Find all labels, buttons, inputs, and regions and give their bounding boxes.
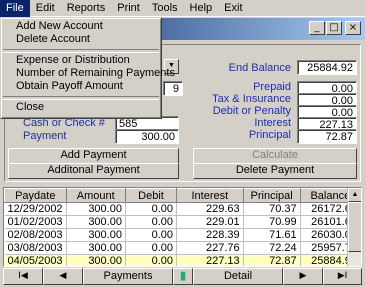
table-row[interactable]: 01/02/2003 300.00 0.00 229.01 70.99 2610… — [4, 215, 361, 229]
cell-paydate[interactable]: 01/02/2003 — [4, 215, 67, 229]
prev-record-icon[interactable]: ◀ — [43, 268, 83, 285]
column-header-paydate[interactable]: Paydate — [4, 188, 67, 203]
column-header-debit[interactable]: Debit — [124, 188, 178, 203]
delete-payment-button[interactable]: Delete Payment — [193, 163, 357, 179]
cell-principal[interactable]: 72.87 — [243, 254, 301, 266]
cell-amount[interactable]: 300.00 — [66, 215, 126, 229]
close-button[interactable]: × — [345, 21, 361, 35]
scroll-thumb[interactable] — [348, 202, 361, 252]
cell-amount[interactable]: 300.00 — [66, 241, 126, 255]
cell-paydate[interactable]: 04/05/2003 — [4, 254, 67, 266]
record-navigator: I◀ ◀ Payments ▮ Detail ▶ ▶I — [3, 268, 362, 285]
principal-field[interactable]: 72.87 — [297, 129, 357, 144]
cell-interest[interactable]: 229.01 — [176, 215, 244, 229]
column-header-amount[interactable]: Amount — [65, 188, 126, 203]
menu-item-obtain-payoff[interactable]: Obtain Payoff Amount — [1, 80, 161, 93]
table-row[interactable]: 02/08/2003 300.00 0.00 228.39 71.61 2603… — [4, 228, 361, 242]
cell-principal[interactable]: 72.24 — [243, 241, 301, 255]
menu-item-delete-account[interactable]: Delete Account — [1, 33, 161, 46]
table-row[interactable]: 03/08/2003 300.00 0.00 227.76 72.24 2595… — [4, 241, 361, 255]
last-record-icon[interactable]: ▶I — [323, 268, 362, 285]
payments-grid[interactable]: Paydate Amount Debit Interest Principal … — [3, 187, 362, 267]
cell-principal[interactable]: 70.37 — [243, 202, 301, 216]
menu-tools[interactable]: Tools — [146, 0, 184, 17]
cell-paydate[interactable]: 12/29/2002 — [4, 202, 67, 216]
cell-paydate[interactable]: 03/08/2003 — [4, 241, 67, 255]
additional-payment-button[interactable]: Additonal Payment — [8, 163, 179, 179]
maximize-button[interactable]: □ — [326, 21, 342, 35]
column-header-principal[interactable]: Principal — [242, 188, 301, 203]
menu-print[interactable]: Print — [111, 0, 146, 17]
principal-label: Principal — [248, 129, 291, 141]
cell-debit[interactable]: 0.00 — [125, 202, 178, 216]
menu-item-close[interactable]: Close — [1, 101, 161, 114]
menu-item-expense-or-distribution[interactable]: Expense or Distribution — [1, 54, 161, 67]
menu-reports[interactable]: Reports — [61, 0, 112, 17]
minimize-button[interactable]: _ — [309, 21, 325, 35]
menu-edit[interactable]: Edit — [30, 0, 61, 17]
table-row[interactable]: 12/29/2002 300.00 0.00 229.63 70.37 2617… — [4, 202, 361, 216]
menu-separator — [1, 93, 161, 101]
menu-exit[interactable]: Exit — [218, 0, 248, 17]
end-balance-label: End Balance — [228, 62, 291, 74]
cell-paydate[interactable]: 02/08/2003 — [4, 228, 67, 242]
account-field-partial[interactable]: 9 — [163, 81, 183, 96]
cell-interest[interactable]: 228.39 — [176, 228, 244, 242]
add-payment-button[interactable]: Add Payment — [8, 148, 179, 164]
end-balance-field[interactable]: 25884.92 — [297, 60, 357, 75]
file-menu-dropdown: Add New Account Delete Account Expense o… — [0, 17, 175, 119]
cell-amount[interactable]: 300.00 — [66, 228, 126, 242]
payment-field[interactable]: 300.00 — [115, 129, 179, 144]
menu-separator — [1, 46, 161, 54]
next-record-icon[interactable]: ▶ — [283, 268, 323, 285]
payment-label: Payment — [23, 130, 67, 142]
table-row-selected[interactable]: 04/05/2003 300.00 0.00 227.13 72.87 2588… — [4, 254, 361, 266]
cell-interest[interactable]: 227.13 — [176, 254, 244, 266]
first-record-icon[interactable]: I◀ — [3, 268, 43, 285]
cell-debit[interactable]: 0.00 — [125, 228, 178, 242]
grid-vertical-scrollbar[interactable]: ▲ — [347, 188, 361, 266]
cell-debit[interactable]: 0.00 — [125, 241, 178, 255]
payments-nav-button[interactable]: Payments — [83, 268, 173, 285]
menu-item-add-new-account[interactable]: Add New Account — [1, 20, 161, 33]
menu-bar: File Edit Reports Print Tools Help Exit — [0, 0, 365, 17]
cell-interest[interactable]: 229.63 — [176, 202, 244, 216]
prepaid-label: Prepaid — [253, 81, 291, 93]
calculate-button[interactable]: Calculate — [193, 148, 357, 164]
cell-debit[interactable]: 0.00 — [125, 254, 178, 266]
tax-insurance-label: Tax & Insurance — [212, 93, 291, 105]
menu-item-remaining-payments[interactable]: Number of Remaining Payments — [1, 67, 175, 80]
cell-debit[interactable]: 0.00 — [125, 215, 178, 229]
column-header-interest[interactable]: Interest — [176, 188, 244, 203]
scroll-up-icon[interactable]: ▲ — [348, 188, 361, 202]
door-icon[interactable]: ▮ — [173, 268, 193, 285]
interest-label: Interest — [254, 117, 291, 129]
cell-amount[interactable]: 300.00 — [66, 254, 126, 266]
debit-penalty-label: Debit or Penalty — [212, 105, 291, 117]
cell-principal[interactable]: 71.61 — [243, 228, 301, 242]
window-controls: _ □ × — [308, 21, 361, 35]
menu-help[interactable]: Help — [184, 0, 219, 17]
cell-interest[interactable]: 227.76 — [176, 241, 244, 255]
cell-principal[interactable]: 70.99 — [243, 215, 301, 229]
cell-amount[interactable]: 300.00 — [66, 202, 126, 216]
detail-nav-button[interactable]: Detail — [193, 268, 283, 285]
menu-file[interactable]: File — [0, 0, 30, 17]
